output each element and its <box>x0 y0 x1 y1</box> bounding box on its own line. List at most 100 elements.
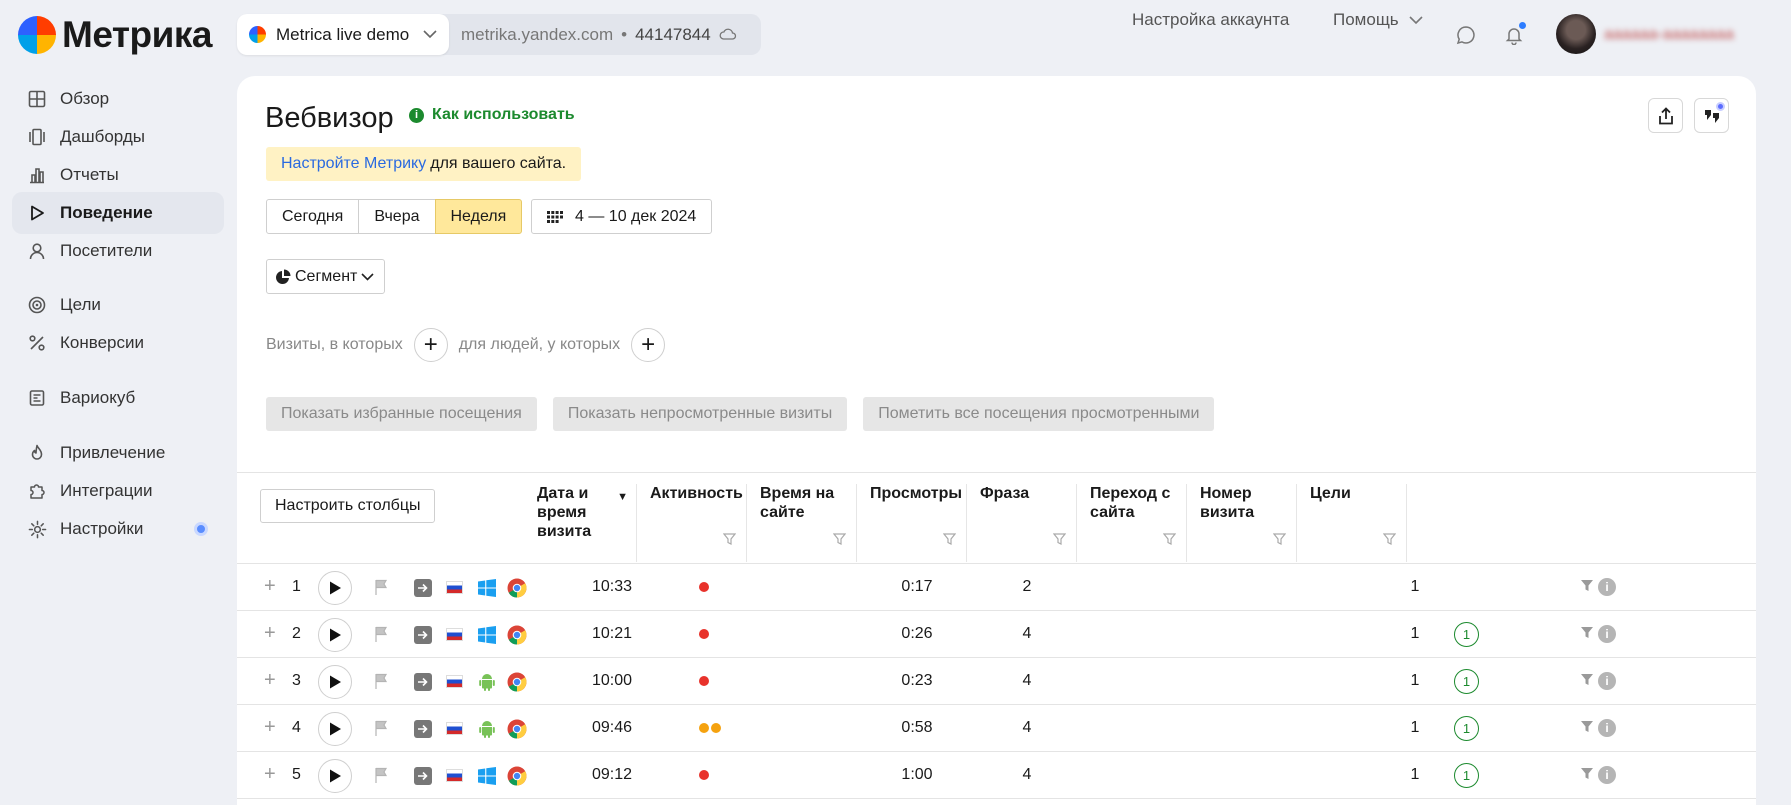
mark-all-watched-button[interactable]: Пометить все посещения просмотренными <box>863 397 1215 431</box>
column-header-goals[interactable]: Цели <box>1296 484 1406 562</box>
sidebar-item-label: Поведение <box>60 203 153 222</box>
traffic-source-icon <box>414 767 432 785</box>
sidebar-item-acquisition[interactable]: Привлечение <box>12 432 224 474</box>
info-icon[interactable]: i <box>1598 625 1616 643</box>
play-visit-button[interactable] <box>318 759 352 793</box>
info-icon[interactable]: i <box>1598 578 1616 596</box>
flag-icon[interactable] <box>374 579 388 600</box>
avatar[interactable] <box>1556 14 1596 54</box>
sidebar-item-settings[interactable]: Настройки <box>12 508 224 550</box>
filter-icon[interactable] <box>1580 767 1594 785</box>
sidebar-item-visitors[interactable]: Посетители <box>12 230 224 272</box>
column-header-activity[interactable]: Активность <box>636 484 746 562</box>
column-separator <box>1406 484 1407 562</box>
period-yesterday-button[interactable]: Вчера <box>358 199 436 234</box>
account-settings-link[interactable]: Настройка аккаунта <box>1132 10 1289 30</box>
goals-badge[interactable]: 1 <box>1454 716 1479 741</box>
expand-row-icon[interactable]: + <box>264 716 276 739</box>
filter-icon[interactable] <box>1162 531 1177 550</box>
filter-icon[interactable] <box>722 531 737 550</box>
expand-row-icon[interactable]: + <box>264 575 276 598</box>
column-header-referrer[interactable]: Переход с сайта <box>1076 484 1186 562</box>
show-unwatched-visits-button[interactable]: Показать непросмотренные визиты <box>552 397 848 431</box>
period-week-button[interactable]: Неделя <box>434 199 523 234</box>
column-header-time-on-site[interactable]: Время на сайте <box>746 484 856 562</box>
filter-icon[interactable] <box>1580 626 1594 644</box>
sidebar-item-reports[interactable]: Отчеты <box>12 154 224 196</box>
column-header-pageviews[interactable]: Просмотры <box>856 484 966 562</box>
feedback-button[interactable] <box>1694 98 1729 133</box>
filter-icon[interactable] <box>1272 531 1287 550</box>
counter-logo-icon <box>249 26 266 43</box>
filter-icon[interactable] <box>1580 673 1594 691</box>
windows-icon <box>477 625 497 645</box>
filter-icon[interactable] <box>942 531 957 550</box>
flag-icon[interactable] <box>374 626 388 647</box>
show-favorite-visits-button[interactable]: Показать избранные посещения <box>266 397 537 431</box>
add-visit-filter-button[interactable]: + <box>413 328 448 362</box>
column-header-datetime[interactable]: Дата и время визита ▼ <box>524 484 636 562</box>
date-range-button[interactable]: 4 — 10 дек 2024 <box>531 199 713 234</box>
chevron-down-icon <box>361 272 374 281</box>
goals-badge[interactable]: 1 <box>1454 763 1479 788</box>
filter-icon[interactable] <box>832 531 847 550</box>
filter-icon[interactable] <box>1580 579 1594 597</box>
counter-select[interactable]: Metrica live demo <box>237 14 449 55</box>
how-to-use-link[interactable]: i Как использовать <box>409 106 575 124</box>
pageviews: 2 <box>1022 578 1032 595</box>
time-on-site: 0:26 <box>901 625 933 642</box>
chrome-icon <box>507 578 527 598</box>
table-row[interactable]: + 2 10:21 0:26 4 1 1 i <box>237 611 1756 658</box>
help-menu[interactable]: Помощь <box>1333 10 1423 30</box>
sort-desc-icon[interactable]: ▼ <box>617 488 628 507</box>
sidebar-item-goals[interactable]: Цели <box>12 284 224 326</box>
play-visit-button[interactable] <box>318 665 352 699</box>
metrica-logo[interactable]: Метрика <box>18 14 212 56</box>
table-row[interactable]: + 4 09:46 0:58 4 1 1 i <box>237 705 1756 752</box>
filter-icon[interactable] <box>1052 531 1067 550</box>
info-icon[interactable]: i <box>1598 766 1616 784</box>
sidebar-item-label: Обзор <box>60 89 110 108</box>
period-today-button[interactable]: Сегодня <box>266 199 360 234</box>
goals-badge[interactable]: 1 <box>1454 622 1479 647</box>
flag-icon[interactable] <box>374 720 388 741</box>
sidebar-item-dashboards[interactable]: Дашборды <box>12 116 224 158</box>
configure-columns-button[interactable]: Настроить столбцы <box>260 489 436 523</box>
expand-row-icon[interactable]: + <box>264 763 276 786</box>
row-number: 5 <box>292 766 301 783</box>
info-icon[interactable]: i <box>1598 719 1616 737</box>
add-people-filter-button[interactable]: + <box>631 328 666 362</box>
info-icon[interactable]: i <box>1598 672 1616 690</box>
share-button[interactable] <box>1648 98 1683 133</box>
filter-icon[interactable] <box>1580 720 1594 738</box>
expand-row-icon[interactable]: + <box>264 669 276 692</box>
filter-icon[interactable] <box>1382 531 1397 550</box>
play-visit-button[interactable] <box>318 571 352 605</box>
play-visit-button[interactable] <box>318 712 352 746</box>
table-row[interactable]: + 3 10:00 0:23 4 1 1 i <box>237 658 1756 705</box>
sidebar-item-integrations[interactable]: Интеграции <box>12 470 224 512</box>
flag-icon[interactable] <box>374 673 388 694</box>
bell-icon[interactable] <box>1501 22 1527 48</box>
android-icon <box>477 672 497 692</box>
sidebar-item-conversions[interactable]: Конверсии <box>12 322 224 364</box>
expand-row-icon[interactable]: + <box>264 622 276 645</box>
sidebar-item-variocube[interactable]: Вариокуб <box>12 377 224 419</box>
setup-notice: Настройте Метрику для вашего сайта. <box>266 147 582 181</box>
user-name[interactable]: аааааа-аааааааа <box>1604 26 1734 44</box>
chevron-down-icon <box>1409 10 1423 30</box>
sidebar-item-label: Цели <box>60 295 101 314</box>
flag-icon[interactable] <box>374 767 388 788</box>
setup-metrica-link[interactable]: Настройте Метрику <box>281 155 426 173</box>
sidebar-item-overview[interactable]: Обзор <box>12 78 224 120</box>
chat-icon[interactable] <box>1453 22 1479 48</box>
column-header-phrase[interactable]: Фраза <box>966 484 1076 562</box>
table-row[interactable]: + 5 09:12 1:00 4 1 1 i <box>237 752 1756 799</box>
sidebar-item-behavior[interactable]: Поведение <box>12 192 224 234</box>
goals-badge[interactable]: 1 <box>1454 669 1479 694</box>
play-visit-button[interactable] <box>318 618 352 652</box>
table-row[interactable]: + 1 10:33 0:17 2 1 i <box>237 564 1756 611</box>
column-header-visit-number[interactable]: Номер визита <box>1186 484 1296 562</box>
russia-flag-icon <box>446 628 463 641</box>
segment-button[interactable]: Сегмент <box>266 259 386 294</box>
